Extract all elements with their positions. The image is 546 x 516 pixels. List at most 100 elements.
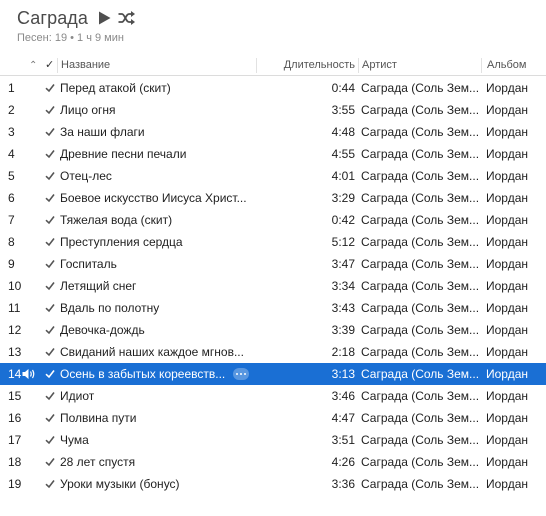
track-duration: 4:01: [331, 169, 355, 183]
checkmark-icon[interactable]: [44, 209, 56, 231]
column-divider[interactable]: [57, 58, 58, 73]
track-title: Боевое искусство Иисуса Христ...: [60, 191, 247, 205]
track-album: Иордан: [486, 345, 528, 359]
column-divider[interactable]: [256, 58, 257, 73]
track-artist: Саграда (Соль Зем...: [361, 477, 479, 491]
track-album: Иордан: [486, 169, 528, 183]
column-artist[interactable]: Артист: [362, 55, 397, 76]
track-row[interactable]: 16 Полвина пути 4:47 Саграда (Соль Зем... И…: [0, 407, 546, 429]
checkmark-icon[interactable]: [44, 231, 56, 253]
track-duration: 5:12: [331, 235, 355, 249]
checkmark-icon[interactable]: [44, 429, 56, 451]
track-artist: Саграда (Соль Зем...: [361, 147, 479, 161]
track-title: Лицо огня: [60, 103, 116, 117]
track-row[interactable]: 19 Уроки музыки (бонус) 3:36 Саграда (Соль…: [0, 473, 546, 495]
track-album: Иордан: [486, 433, 528, 447]
track-row[interactable]: 12 Девочка-дождь 3:39 Саграда (Соль Зем...…: [0, 319, 546, 341]
track-row[interactable]: 17 Чума 3:51 Саграда (Соль Зем... Иордан: [0, 429, 546, 451]
column-divider[interactable]: [358, 58, 359, 73]
sort-indicator-icon[interactable]: ⌃: [29, 55, 37, 76]
track-artist: Саграда (Соль Зем...: [361, 433, 479, 447]
track-artist: Саграда (Соль Зем...: [361, 125, 479, 139]
checkmark-icon[interactable]: [44, 187, 56, 209]
playlist-title: Саграда: [17, 7, 89, 28]
column-name[interactable]: Название: [61, 55, 110, 76]
track-duration: 3:46: [331, 389, 355, 403]
column-duration[interactable]: Длительность: [258, 55, 355, 76]
track-artist: Саграда (Соль Зем...: [361, 455, 479, 469]
playlist-summary: Песен: 19 • 1 ч 9 мин: [17, 32, 124, 44]
checkmark-icon[interactable]: [44, 473, 56, 495]
track-duration: 3:34: [331, 279, 355, 293]
track-album: Иордан: [486, 147, 528, 161]
track-artist: Саграда (Соль Зем...: [361, 279, 479, 293]
track-row[interactable]: 15 Идиот 3:46 Саграда (Соль Зем... Иордан: [0, 385, 546, 407]
track-duration: 4:47: [331, 411, 355, 425]
track-row[interactable]: 13 Свиданий наших каждое мгнов... 2:18 Саг…: [0, 341, 546, 363]
track-title: 28 лет спустя: [60, 455, 136, 469]
track-row[interactable]: 8 Преступления сердца 5:12 Саграда (Соль З…: [0, 231, 546, 253]
track-album: Иордан: [486, 411, 528, 425]
track-artist: Саграда (Соль Зем...: [361, 257, 479, 271]
checkmark-icon[interactable]: [44, 99, 56, 121]
track-artist: Саграда (Соль Зем...: [361, 389, 479, 403]
track-row[interactable]: 4 Древние песни печали 4:55 Саграда (Соль …: [0, 143, 546, 165]
checkmark-icon[interactable]: [44, 121, 56, 143]
track-row[interactable]: 14 Осень в забытых кореевств... 3:13 Сагра…: [0, 363, 546, 385]
track-row[interactable]: 9 Госпиталь 3:47 Саграда (Соль Зем... Иорда…: [0, 253, 546, 275]
checkmark-icon[interactable]: [44, 407, 56, 429]
shuffle-icon[interactable]: [118, 10, 136, 26]
checkmark-icon[interactable]: [44, 77, 56, 99]
title-row: Саграда: [17, 5, 136, 31]
track-title: Идиот: [60, 389, 95, 403]
track-row[interactable]: 5 Отец-лес 4:01 Саграда (Соль Зем... Иордан: [0, 165, 546, 187]
track-number: 8: [8, 235, 15, 249]
track-title: Отец-лес: [60, 169, 112, 183]
track-row[interactable]: 6 Боевое искусство Иисуса Христ... 3:29 Са…: [0, 187, 546, 209]
checkmark-icon[interactable]: [44, 363, 56, 385]
track-number: 9: [8, 257, 15, 271]
checkmark-icon[interactable]: [44, 297, 56, 319]
track-title: Уроки музыки (бонус): [60, 477, 180, 491]
track-album: Иордан: [486, 367, 528, 381]
track-number: 10: [8, 279, 22, 293]
track-album: Иордан: [486, 477, 528, 491]
track-row[interactable]: 1 Перед атакой (скит) 0:44 Саграда (Соль З…: [0, 77, 546, 99]
column-album[interactable]: Альбом: [487, 55, 526, 76]
track-title: Вдаль по полотну: [60, 301, 160, 315]
track-title: Летящий снег: [60, 279, 137, 293]
track-row[interactable]: 3 За наши флаги 4:48 Саграда (Соль Зем... И…: [0, 121, 546, 143]
track-number: 4: [8, 147, 15, 161]
track-row[interactable]: 11 Вдаль по полотну 3:43 Саграда (Соль Зем…: [0, 297, 546, 319]
track-duration: 3:43: [331, 301, 355, 315]
more-icon[interactable]: [233, 363, 251, 385]
track-number: 7: [8, 213, 15, 227]
track-album: Иордан: [486, 191, 528, 205]
checkmark-icon[interactable]: [44, 165, 56, 187]
checkmark-icon[interactable]: [44, 143, 56, 165]
track-title: Преступления сердца: [60, 235, 183, 249]
column-check[interactable]: ✓: [45, 55, 54, 76]
track-album: Иордан: [486, 81, 528, 95]
track-duration: 0:44: [331, 81, 355, 95]
column-divider[interactable]: [481, 58, 482, 73]
track-row[interactable]: 18 28 лет спустя 4:26 Саграда (Соль Зем...…: [0, 451, 546, 473]
track-album: Иордан: [486, 323, 528, 337]
checkmark-icon[interactable]: [44, 341, 56, 363]
track-title: Госпиталь: [60, 257, 117, 271]
speaker-icon: [22, 363, 36, 385]
checkmark-icon[interactable]: [44, 451, 56, 473]
checkmark-icon[interactable]: [44, 319, 56, 341]
column-header-bar: ⌃ ✓ Название Длительность Артист Альбом: [0, 55, 546, 76]
play-icon[interactable]: [96, 10, 112, 26]
track-number: 2: [8, 103, 15, 117]
checkmark-icon[interactable]: [44, 275, 56, 297]
track-title: Чума: [60, 433, 89, 447]
checkmark-icon[interactable]: [44, 253, 56, 275]
track-album: Иордан: [486, 213, 528, 227]
track-duration: 3:36: [331, 477, 355, 491]
track-row[interactable]: 10 Летящий снег 3:34 Саграда (Соль Зем... И…: [0, 275, 546, 297]
track-row[interactable]: 2 Лицо огня 3:55 Саграда (Соль Зем... Иорда…: [0, 99, 546, 121]
track-row[interactable]: 7 Тяжелая вода (скит) 0:42 Саграда (Соль З…: [0, 209, 546, 231]
checkmark-icon[interactable]: [44, 385, 56, 407]
